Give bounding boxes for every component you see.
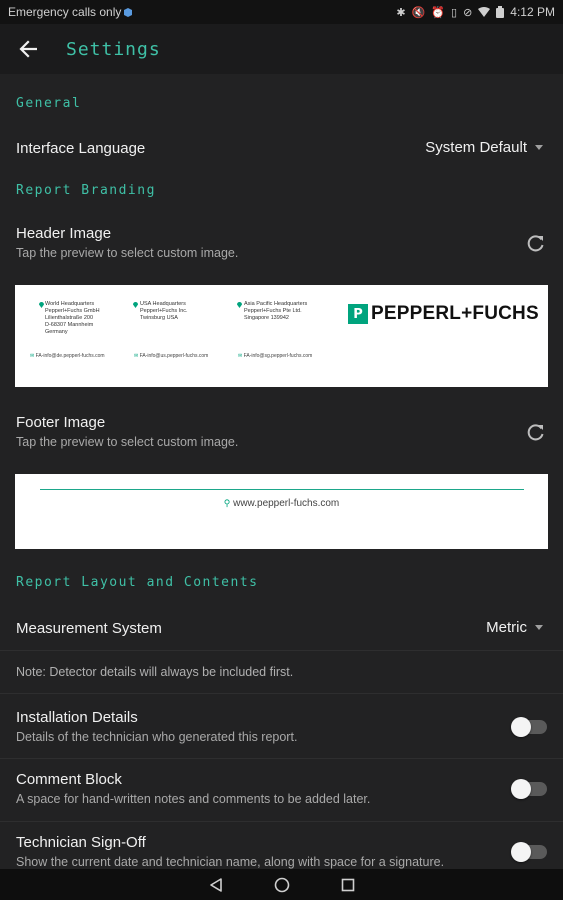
system-nav-bar (0, 869, 563, 900)
hq-asia-line: Pepperl+Fuchs Pte Ltd. (244, 308, 302, 314)
wifi-icon (478, 7, 491, 17)
hq-usa-email-text: FA-info@us.pepperl-fuchs.com (139, 353, 209, 359)
header-image-subtitle: Tap the preview to select custom image. (16, 246, 239, 260)
status-right: ✱ 🔇 ⏰ ▯ ⊘ 4:12 PM (396, 5, 555, 19)
section-general: General (16, 96, 82, 111)
location-pin-icon (237, 302, 242, 308)
arrow-back-icon (19, 40, 37, 58)
nav-home-button[interactable] (271, 874, 293, 896)
hq-world-line: World Headquarters (45, 301, 95, 307)
mute-icon: 🔇 (411, 6, 426, 19)
divider (0, 821, 563, 822)
footer-url: ⚲ www.pepperl-fuchs.com (15, 498, 548, 509)
logo-mark: P (348, 304, 368, 324)
reset-header-refresh-icon[interactable] (526, 233, 546, 253)
page-title: Settings (66, 38, 161, 60)
mail-icon: ✉ (238, 353, 243, 359)
interface-language-select[interactable]: System Default (425, 139, 543, 156)
link-icon: ⚲ (223, 498, 231, 508)
comment-block-title: Comment Block (16, 771, 122, 788)
mail-icon: ✉ (134, 353, 139, 359)
footer-image-subtitle: Tap the preview to select custom image. (16, 435, 239, 449)
interface-language-value: System Default (425, 139, 527, 156)
hq-usa-line: Pepperl+Fuchs Inc. (140, 308, 188, 314)
hq-asia: Asia Pacific Headquarters Pepperl+Fuchs … (244, 301, 307, 322)
nav-recents-button[interactable] (337, 874, 359, 896)
hq-world: World Headquarters Pepperl+Fuchs GmbH Li… (45, 301, 100, 336)
measurement-system-label: Measurement System (16, 620, 162, 637)
section-branding: Report Branding (16, 183, 156, 198)
clock: 4:12 PM (510, 5, 555, 19)
toggle-knob (511, 779, 531, 799)
status-left: Emergency calls only (8, 5, 133, 19)
reset-footer-refresh-icon[interactable] (526, 422, 546, 442)
status-bar: Emergency calls only ✱ 🔇 ⏰ ▯ ⊘ 4:12 PM (0, 0, 563, 24)
circle-home-icon (274, 877, 289, 892)
measurement-system-select[interactable]: Metric (486, 619, 543, 636)
hq-world-line: Pepperl+Fuchs GmbH (45, 308, 100, 314)
hq-asia-line: Singapore 139942 (244, 315, 289, 321)
footer-url-text: www.pepperl-fuchs.com (233, 498, 340, 509)
pepperl-fuchs-logo: P PEPPERL+FUCHS (348, 303, 539, 325)
installation-details-title: Installation Details (16, 709, 138, 726)
technician-signoff-toggle[interactable] (511, 842, 547, 862)
header-image-title: Header Image (16, 225, 112, 242)
logo-text: PEPPERL+FUCHS (371, 303, 539, 324)
hq-asia-email-text: FA-info@sg.pepperl-fuchs.com (243, 353, 313, 359)
notification-icon (124, 7, 133, 17)
alarm-icon: ⏰ (431, 6, 446, 19)
footer-rule (40, 489, 524, 490)
footer-image-title: Footer Image (16, 414, 106, 431)
back-button[interactable] (0, 24, 56, 74)
section-layout: Report Layout and Contents (16, 575, 259, 590)
hq-asia-email: ✉ FA-info@sg.pepperl-fuchs.com (238, 353, 312, 359)
hq-usa-line: USA Headquarters (140, 301, 186, 307)
divider (0, 693, 563, 694)
hq-world-email: ✉ FA-info@de.pepperl-fuchs.com (30, 353, 105, 359)
location-pin-icon (39, 302, 44, 308)
hq-world-line: D-68307 Mannheim (45, 322, 94, 328)
technician-signoff-subtitle: Show the current date and technician nam… (16, 855, 445, 869)
installation-details-toggle[interactable] (511, 717, 547, 737)
detector-note: Note: Detector details will always be in… (16, 665, 294, 679)
hq-world-line: Lilienthalstraße 200 (45, 315, 94, 321)
toggle-knob (511, 842, 531, 862)
settings-list[interactable]: General Interface Language System Defaul… (0, 74, 563, 869)
chevron-down-icon (535, 145, 543, 150)
battery-icon (496, 6, 505, 18)
vibrate-icon: ▯ (451, 6, 458, 19)
comment-block-toggle[interactable] (511, 779, 547, 799)
interface-language-label: Interface Language (16, 140, 146, 157)
app-bar: Settings (0, 24, 563, 74)
hq-usa-email: ✉ FA-info@us.pepperl-fuchs.com (134, 353, 208, 359)
hq-asia-line: Asia Pacific Headquarters (244, 301, 308, 307)
mail-icon: ✉ (30, 353, 35, 359)
technician-signoff-title: Technician Sign-Off (16, 834, 146, 851)
hq-usa-line: Twinsburg USA (140, 315, 178, 321)
square-recents-icon (341, 878, 354, 891)
header-image-preview[interactable]: World Headquarters Pepperl+Fuchs GmbH Li… (15, 285, 548, 387)
comment-block-subtitle: A space for hand-written notes and comme… (16, 792, 371, 806)
hq-world-email-text: FA-info@de.pepperl-fuchs.com (35, 353, 105, 359)
chevron-down-icon (535, 625, 543, 630)
carrier-status: Emergency calls only (8, 5, 122, 19)
nav-back-button[interactable] (205, 874, 227, 896)
measurement-system-value: Metric (486, 619, 527, 636)
location-pin-icon (133, 302, 138, 308)
divider (0, 650, 563, 651)
footer-image-preview[interactable]: ⚲ www.pepperl-fuchs.com (15, 474, 548, 549)
triangle-back-icon (209, 877, 222, 892)
installation-details-subtitle: Details of the technician who generated … (16, 730, 298, 744)
hq-usa: USA Headquarters Pepperl+Fuchs Inc. Twin… (140, 301, 188, 322)
divider (0, 758, 563, 759)
toggle-knob (511, 717, 531, 737)
hq-world-line: Germany (45, 329, 68, 335)
bluetooth-icon: ✱ (396, 6, 406, 19)
no-signal-icon: ⊘ (463, 6, 473, 19)
